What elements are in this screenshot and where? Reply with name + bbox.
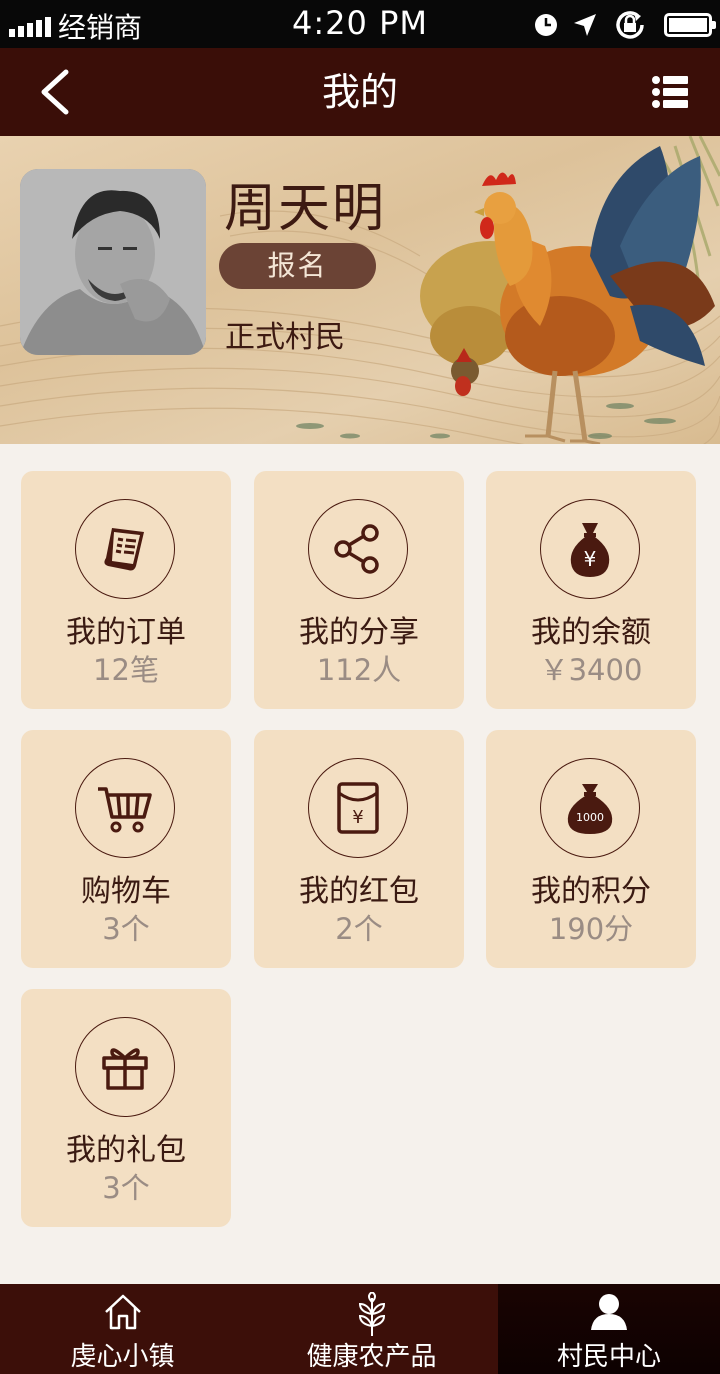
status-icons xyxy=(534,8,716,42)
card-gift[interactable]: 我的礼包 3个 xyxy=(21,989,231,1227)
battery-icon xyxy=(664,13,716,37)
user-icon xyxy=(591,1294,627,1330)
card-label: 我的礼包 xyxy=(66,1133,186,1168)
list-menu-icon[interactable] xyxy=(652,75,688,109)
card-label: 我的余额 xyxy=(531,615,651,650)
profile-banner: 周天明 报名 正式村民 xyxy=(0,136,720,444)
tab-label: 健康农产品 xyxy=(306,1342,437,1372)
card-value: 3个 xyxy=(102,1171,150,1205)
avatar[interactable] xyxy=(20,169,206,355)
user-role: 正式村民 xyxy=(225,320,345,355)
card-cart[interactable]: 购物车 3个 xyxy=(21,730,231,968)
tab-label: 虔心小镇 xyxy=(70,1342,175,1372)
cart-icon xyxy=(75,758,175,858)
points-bag-icon: 1000 xyxy=(540,758,640,858)
signup-button[interactable]: 报名 xyxy=(219,243,376,289)
rotation-lock-icon xyxy=(616,11,644,39)
page-title: 我的 xyxy=(321,70,398,114)
card-value: 3个 xyxy=(102,912,150,946)
wheat-icon xyxy=(358,1292,385,1336)
tab-town[interactable]: 虔心小镇 xyxy=(0,1284,245,1374)
card-balance[interactable]: ¥ 我的余额 ￥3400 xyxy=(486,471,696,709)
points-badge: 1000 xyxy=(576,811,604,824)
card-value: 2个 xyxy=(335,912,383,946)
home-icon xyxy=(104,1294,141,1330)
svg-text:¥: ¥ xyxy=(584,547,597,571)
card-value: 12笔 xyxy=(93,653,159,687)
nav-bar: 我的 xyxy=(0,48,720,136)
card-value: 112人 xyxy=(316,653,402,687)
card-label: 我的分享 xyxy=(299,615,419,650)
red-envelope-icon: ¥ xyxy=(308,758,408,858)
receipt-icon xyxy=(75,499,175,599)
avatar-photo xyxy=(20,169,206,355)
share-icon xyxy=(308,499,408,599)
card-label: 我的积分 xyxy=(531,874,651,909)
svg-text:¥: ¥ xyxy=(352,807,363,828)
card-label: 购物车 xyxy=(81,874,171,909)
tab-farm-products[interactable]: 健康农产品 xyxy=(245,1284,498,1374)
status-bar: 经销商 4:20 PM xyxy=(0,0,720,48)
card-label: 我的红包 xyxy=(299,874,419,909)
alarm-icon xyxy=(535,14,557,36)
card-points[interactable]: 1000 我的积分 190分 xyxy=(486,730,696,968)
tab-villager-center[interactable]: 村民中心 xyxy=(498,1284,720,1374)
card-red-envelope[interactable]: ¥ 我的红包 2个 xyxy=(254,730,464,968)
user-name: 周天明 xyxy=(224,179,387,239)
card-orders[interactable]: 我的订单 12笔 xyxy=(21,471,231,709)
money-bag-icon: ¥ xyxy=(540,499,640,599)
card-value: 190分 xyxy=(548,912,634,946)
gift-icon xyxy=(75,1017,175,1117)
tab-label: 村民中心 xyxy=(556,1342,661,1372)
location-icon xyxy=(574,14,596,36)
card-shares[interactable]: 我的分享 112人 xyxy=(254,471,464,709)
card-value: ￥3400 xyxy=(539,653,643,687)
tab-bar: 虔心小镇 健康农产品 村民中心 xyxy=(0,1284,720,1374)
card-label: 我的订单 xyxy=(66,615,186,650)
